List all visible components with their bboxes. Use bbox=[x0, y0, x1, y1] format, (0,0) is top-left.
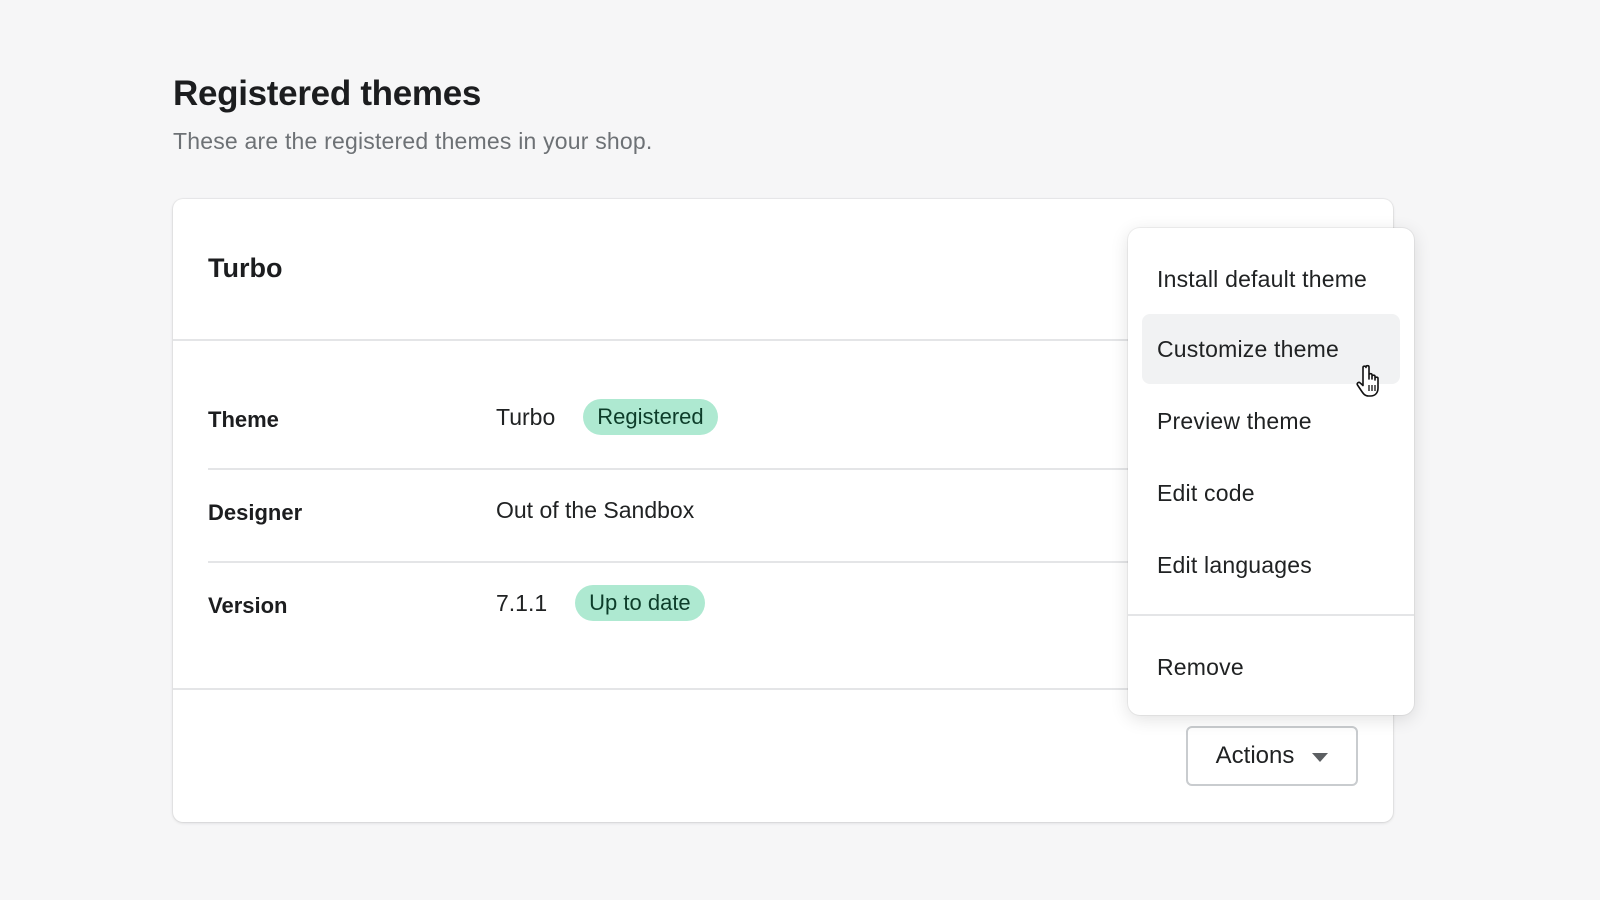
page-title: Registered themes bbox=[173, 74, 482, 113]
menu-item-install-default-theme[interactable]: Install default theme bbox=[1142, 244, 1400, 314]
menu-divider bbox=[1128, 614, 1414, 616]
detail-value: Turbo Registered bbox=[496, 399, 718, 435]
detail-value-text: Turbo bbox=[496, 403, 556, 430]
page-header: Registered themes These are the register… bbox=[173, 74, 652, 155]
caret-down-icon bbox=[1312, 752, 1329, 762]
menu-item-remove[interactable]: Remove bbox=[1142, 632, 1400, 702]
menu-item-edit-languages[interactable]: Edit languages bbox=[1142, 530, 1400, 600]
detail-label: Designer bbox=[208, 500, 303, 525]
actions-dropdown-menu: Install default theme Customize theme Pr… bbox=[1128, 228, 1414, 715]
pointer-hand-icon bbox=[1356, 364, 1379, 397]
actions-button[interactable]: Actions bbox=[1186, 726, 1358, 786]
status-badge-registered: Registered bbox=[583, 399, 718, 435]
actions-button-label: Actions bbox=[1215, 742, 1295, 769]
detail-value: Out of the Sandbox bbox=[496, 492, 694, 528]
status-badge-up-to-date: Up to date bbox=[575, 585, 705, 621]
detail-label: Theme bbox=[208, 407, 279, 432]
detail-value-text: Out of the Sandbox bbox=[496, 496, 695, 523]
detail-value: 7.1.1 Up to date bbox=[496, 585, 705, 621]
detail-value-text: 7.1.1 bbox=[496, 589, 548, 616]
page-subtitle: These are the registered themes in your … bbox=[173, 128, 653, 154]
detail-label: Version bbox=[208, 593, 288, 618]
card-title: Turbo bbox=[208, 253, 283, 283]
menu-item-edit-code[interactable]: Edit code bbox=[1142, 458, 1400, 528]
